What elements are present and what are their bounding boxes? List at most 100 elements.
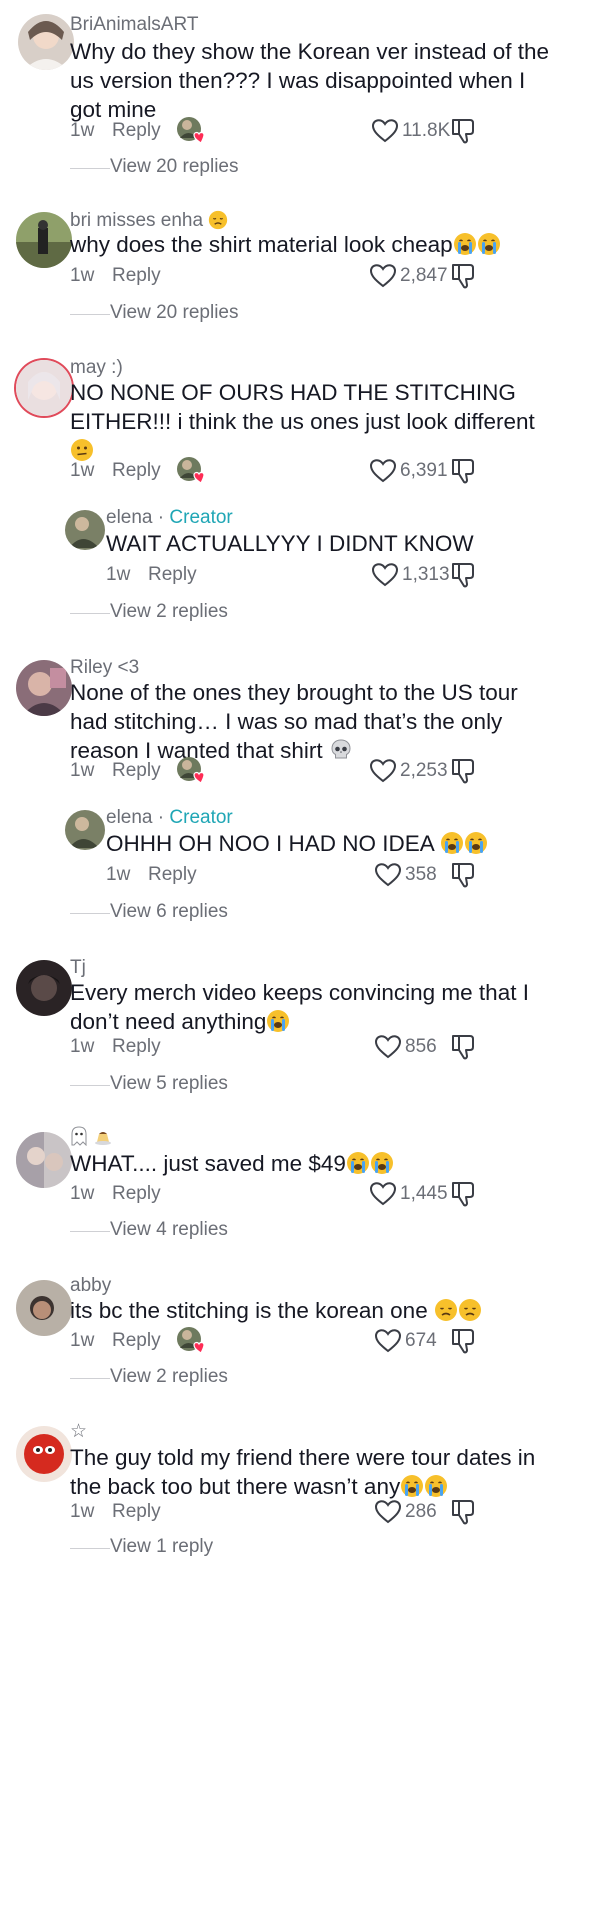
- thumbs-down-icon[interactable]: [450, 757, 476, 785]
- avatar[interactable]: [16, 1426, 72, 1482]
- avatar[interactable]: [16, 212, 72, 268]
- like-button[interactable]: 2,847: [370, 261, 448, 291]
- thumbs-down-icon[interactable]: [450, 1180, 476, 1208]
- avatar[interactable]: [16, 360, 72, 416]
- like-button[interactable]: 6,391: [370, 456, 448, 486]
- comment-text-content: None of the ones they brought to the US …: [70, 680, 518, 763]
- reply-button[interactable]: Reply: [112, 460, 161, 482]
- comment-text: Why do they show the Korean ver instead …: [70, 39, 550, 122]
- view-replies-button[interactable]: View 2 replies: [70, 1366, 370, 1392]
- avatar[interactable]: [18, 14, 74, 70]
- comment-text-content: OHHH OH NOO I HAD NO IDEA: [106, 831, 434, 856]
- like-button[interactable]: 674: [375, 1326, 437, 1356]
- creator-avatar[interactable]: [65, 510, 105, 550]
- view-replies-label: View 2 replies: [110, 1366, 228, 1387]
- creator-liked-avatar-icon: [176, 756, 206, 786]
- creator-liked-avatar-icon: [176, 456, 206, 486]
- avatar[interactable]: [16, 960, 72, 1016]
- comment-username[interactable]: BriAnimalsART: [70, 13, 198, 37]
- like-count: 358: [405, 864, 437, 885]
- disappointed-emoji: [458, 1298, 482, 1322]
- divider: [70, 314, 110, 315]
- like-button[interactable]: 1,313: [372, 560, 450, 590]
- comment-username[interactable]: may :): [70, 356, 123, 380]
- reply-button[interactable]: Reply: [112, 120, 161, 142]
- heart-outline-icon: [375, 1329, 401, 1353]
- like-count: 2,253: [400, 760, 448, 781]
- thumbs-down-icon[interactable]: [450, 117, 476, 145]
- divider: [70, 613, 110, 614]
- reply-button[interactable]: Reply: [148, 864, 197, 886]
- comment-username[interactable]: Riley <3: [70, 656, 139, 680]
- comment-meta: 1w Reply: [70, 1032, 370, 1062]
- view-replies-button[interactable]: View 20 replies: [70, 302, 370, 328]
- loudly-crying-emoji: [346, 1151, 370, 1175]
- like-button[interactable]: 856: [375, 1032, 437, 1062]
- reply-button[interactable]: Reply: [148, 564, 197, 586]
- view-replies-button[interactable]: View 1 reply: [70, 1536, 370, 1562]
- like-button[interactable]: 2,253: [370, 756, 448, 786]
- view-replies-button[interactable]: View 2 replies: [70, 601, 370, 627]
- like-button[interactable]: 11.8K: [372, 116, 450, 146]
- comment-text: None of the ones they brought to the US …: [70, 678, 560, 765]
- view-replies-button[interactable]: View 6 replies: [70, 901, 370, 927]
- ghost-emoji: [70, 1126, 88, 1147]
- creator-liked-avatar-icon: [176, 116, 206, 146]
- comment-username[interactable]: elena · Creator: [106, 806, 233, 830]
- reply-button[interactable]: Reply: [112, 265, 161, 287]
- comment-text: The guy told my friend there were tour d…: [70, 1443, 560, 1501]
- creator-avatar[interactable]: [65, 810, 105, 850]
- comment-meta: 1w Reply: [106, 860, 356, 890]
- reply-button[interactable]: Reply: [112, 760, 161, 782]
- like-button[interactable]: 358: [375, 860, 437, 890]
- thumbs-down-icon[interactable]: [450, 1327, 476, 1355]
- avatar[interactable]: [16, 660, 72, 716]
- thumbs-down-icon[interactable]: [450, 1033, 476, 1061]
- loudly-crying-emoji: [453, 232, 477, 256]
- reply-button[interactable]: Reply: [112, 1183, 161, 1205]
- reply-button[interactable]: Reply: [112, 1036, 161, 1058]
- like-button[interactable]: 1,445: [370, 1179, 448, 1209]
- heart-outline-icon: [375, 863, 401, 887]
- comment-username[interactable]: elena · Creator: [106, 506, 233, 530]
- loudly-crying-emoji: [400, 1474, 424, 1498]
- reply-button[interactable]: Reply: [112, 1501, 161, 1523]
- comment-text: WHAT.... just saved me $49: [70, 1149, 560, 1178]
- comment-meta: 1w Reply: [70, 261, 370, 291]
- divider: [70, 1085, 110, 1086]
- disappointed-emoji: [208, 210, 228, 230]
- comment-time: 1w: [70, 1036, 95, 1057]
- creator-label: Creator: [169, 807, 233, 828]
- like-count: 11.8K: [402, 120, 451, 141]
- pudding-emoji: [93, 1126, 113, 1146]
- avatar[interactable]: [16, 1132, 72, 1188]
- reply-button[interactable]: Reply: [112, 1330, 161, 1352]
- view-replies-button[interactable]: View 4 replies: [70, 1219, 370, 1245]
- thumbs-down-icon[interactable]: [450, 262, 476, 290]
- loudly-crying-emoji: [440, 831, 464, 855]
- comment-username[interactable]: ☆: [70, 1420, 87, 1444]
- comment-text-content: WHAT.... just saved me $49: [70, 1151, 346, 1176]
- comment-text: Every merch video keeps convincing me th…: [70, 978, 560, 1036]
- like-button[interactable]: 286: [375, 1497, 437, 1527]
- comment-username[interactable]: abby: [70, 1274, 111, 1298]
- heart-outline-icon: [370, 459, 396, 483]
- loudly-crying-emoji: [266, 1009, 290, 1033]
- view-replies-button[interactable]: View 20 replies: [70, 156, 370, 182]
- thumbs-down-icon[interactable]: [450, 561, 476, 589]
- loudly-crying-emoji: [477, 232, 501, 256]
- divider: [70, 1378, 110, 1379]
- thumbs-down-icon[interactable]: [450, 1498, 476, 1526]
- thumbs-down-icon[interactable]: [450, 861, 476, 889]
- thumbs-down-icon[interactable]: [450, 457, 476, 485]
- comment-text-content: why does the shirt material look cheap: [70, 232, 453, 257]
- view-replies-button[interactable]: View 5 replies: [70, 1073, 370, 1099]
- avatar[interactable]: [16, 1280, 72, 1336]
- comment-text-content: NO NONE OF OURS HAD THE STITCHING EITHER…: [70, 380, 535, 434]
- like-count: 286: [405, 1501, 437, 1522]
- heart-outline-icon: [372, 119, 398, 143]
- comment-username[interactable]: Tj: [70, 956, 86, 980]
- divider: [70, 168, 110, 169]
- comment-time: 1w: [70, 1183, 95, 1204]
- view-replies-label: View 2 replies: [110, 601, 228, 622]
